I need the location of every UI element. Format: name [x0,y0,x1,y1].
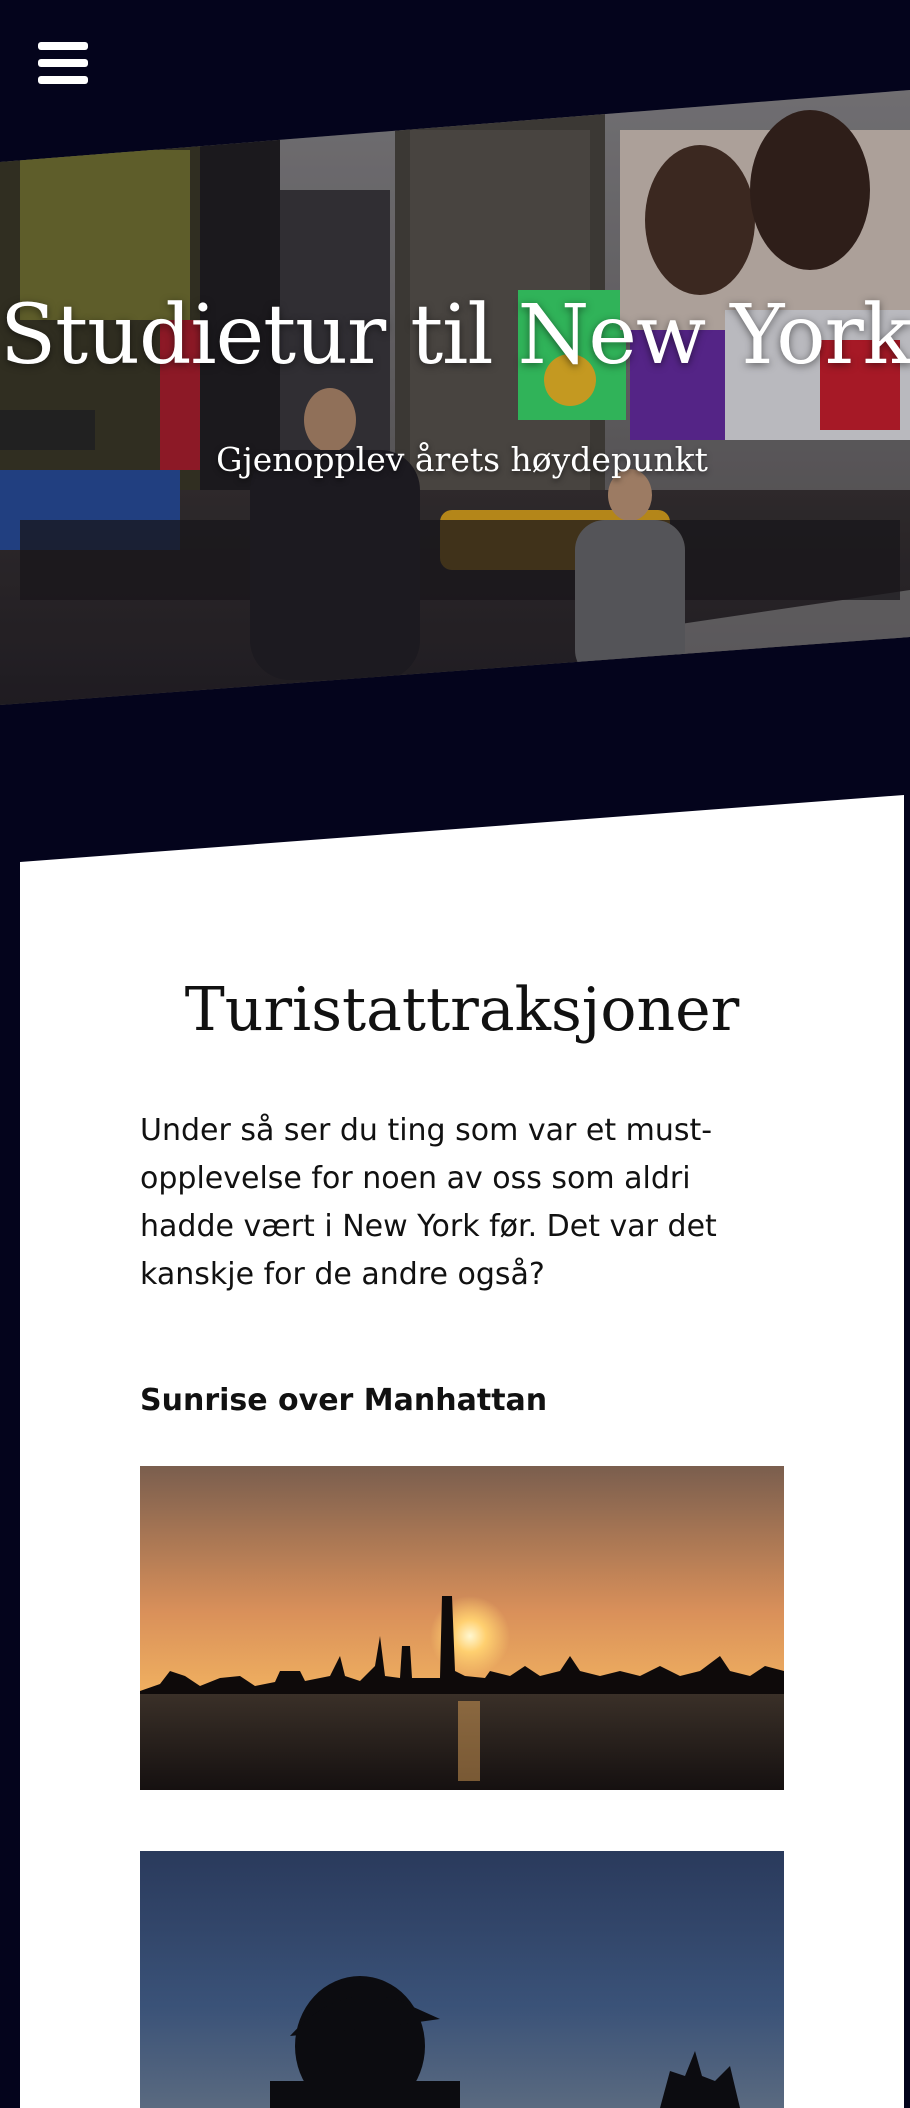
content-card: Turistattraksjoner Under så ser du ting … [20,795,904,2108]
intro-text: Under så ser du ting som var et must-opp… [140,1113,717,1292]
attraction-title: Sunrise over Manhattan [140,1383,548,1418]
hero-subtitle: Gjenopplev årets høydepunkt [216,440,708,479]
page: Studietur til New York Gjenopplev årets … [0,0,910,2108]
menu-bar-middle [38,59,88,67]
hero-title: Studietur til New York [0,288,910,383]
menu-bar-bottom [38,76,88,84]
section-title: Turistattraksjoner [184,975,740,1045]
times-square-photo [0,90,910,705]
hamburger-menu-icon[interactable] [38,42,90,86]
man-silhouette-photo [140,1851,784,2108]
menu-bar-top [38,42,88,50]
sunrise-manhattan-photo [140,1466,784,1790]
hero-banner: Studietur til New York Gjenopplev årets … [0,90,910,705]
